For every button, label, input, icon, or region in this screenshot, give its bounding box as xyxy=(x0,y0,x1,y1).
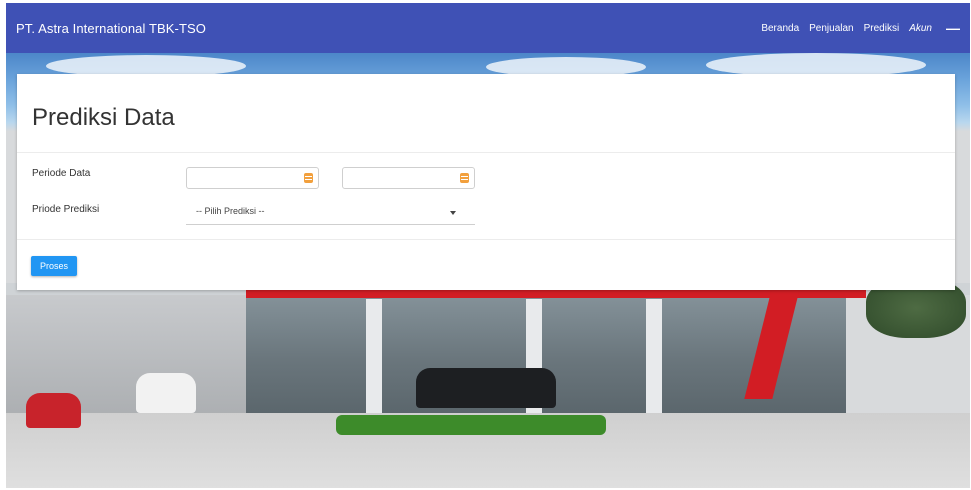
proses-button[interactable]: Proses xyxy=(31,256,77,276)
top-navbar: PT. Astra International TBK-TSO Beranda … xyxy=(6,3,970,53)
minus-icon[interactable]: — xyxy=(946,20,960,36)
divider xyxy=(17,152,955,153)
prediksi-select[interactable]: -- Pilih Prediksi -- xyxy=(186,200,475,225)
page-title: Prediksi Data xyxy=(32,104,175,131)
nav-link-beranda[interactable]: Beranda xyxy=(761,23,799,34)
date-end-input[interactable] xyxy=(342,167,475,189)
periode-data-label: Periode Data xyxy=(32,168,91,179)
calendar-icon[interactable] xyxy=(460,173,469,183)
divider xyxy=(17,239,955,240)
date-start-input[interactable] xyxy=(186,167,319,189)
prediksi-selected-value: -- Pilih Prediksi -- xyxy=(196,206,265,216)
nav-link-akun[interactable]: Akun xyxy=(909,23,932,34)
nav-links: Beranda Penjualan Prediksi Akun — xyxy=(761,20,960,36)
calendar-icon[interactable] xyxy=(304,173,313,183)
caret-down-icon[interactable] xyxy=(450,211,456,215)
nav-link-prediksi[interactable]: Prediksi xyxy=(864,23,900,34)
nav-link-penjualan[interactable]: Penjualan xyxy=(809,23,853,34)
brand-title[interactable]: PT. Astra International TBK-TSO xyxy=(16,21,206,36)
periode-prediksi-label: Priode Prediksi xyxy=(32,204,100,215)
prediction-form-card: Prediksi Data Periode Data Priode Predik… xyxy=(17,74,955,290)
